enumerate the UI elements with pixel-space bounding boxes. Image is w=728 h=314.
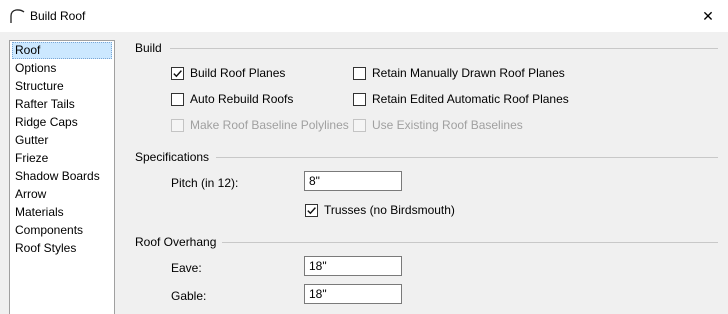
roof-app-icon xyxy=(10,9,25,23)
sidebar-item-ridge-caps[interactable]: Ridge Caps xyxy=(12,114,112,131)
trusses-checkbox[interactable]: Trusses (no Birdsmouth) xyxy=(305,202,455,218)
sidebar-item-components[interactable]: Components xyxy=(12,222,112,239)
retain-edited-automatic-label: Retain Edited Automatic Roof Planes xyxy=(372,92,569,106)
sidebar-item-roof[interactable]: Roof xyxy=(12,42,112,59)
checkmark-icon xyxy=(307,206,316,214)
use-existing-baselines-label: Use Existing Roof Baselines xyxy=(372,118,523,132)
pitch-input[interactable] xyxy=(304,171,402,191)
category-list[interactable]: Roof Options Structure Rafter Tails Ridg… xyxy=(9,40,115,314)
eave-input[interactable] xyxy=(304,256,402,276)
specifications-group-title: Specifications xyxy=(135,150,210,164)
sidebar-item-shadow-boards[interactable]: Shadow Boards xyxy=(12,168,112,185)
checkbox-box[interactable] xyxy=(353,66,366,80)
make-roof-baseline-polylines-label: Make Roof Baseline Polylines xyxy=(190,118,349,132)
close-icon: ✕ xyxy=(702,7,714,24)
auto-rebuild-roofs-label: Auto Rebuild Roofs xyxy=(190,92,294,106)
build-roof-planes-checkbox[interactable]: Build Roof Planes xyxy=(171,65,285,81)
use-existing-baselines-checkbox: Use Existing Roof Baselines xyxy=(353,117,523,133)
auto-rebuild-roofs-checkbox[interactable]: Auto Rebuild Roofs xyxy=(171,91,293,107)
trusses-label: Trusses (no Birdsmouth) xyxy=(324,203,455,217)
checkbox-box[interactable] xyxy=(171,66,184,80)
checkbox-box xyxy=(353,118,366,132)
build-group-divider xyxy=(170,48,718,49)
checkbox-box[interactable] xyxy=(353,92,366,106)
make-roof-baseline-polylines-checkbox: Make Roof Baseline Polylines xyxy=(171,117,349,133)
specifications-group-divider xyxy=(216,157,718,158)
retain-manually-drawn-checkbox[interactable]: Retain Manually Drawn Roof Planes xyxy=(353,65,565,81)
checkbox-box[interactable] xyxy=(171,92,184,106)
sidebar-item-options[interactable]: Options xyxy=(12,60,112,77)
sidebar-item-gutter[interactable]: Gutter xyxy=(12,132,112,149)
retain-manually-drawn-label: Retain Manually Drawn Roof Planes xyxy=(372,66,565,80)
gable-label: Gable: xyxy=(171,289,207,303)
pitch-label: Pitch (in 12): xyxy=(171,176,239,190)
sidebar-item-structure[interactable]: Structure xyxy=(12,78,112,95)
window-title: Build Roof xyxy=(30,9,86,23)
gable-input[interactable] xyxy=(304,284,402,304)
roof-overhang-group-title: Roof Overhang xyxy=(135,235,217,249)
sidebar-item-materials[interactable]: Materials xyxy=(12,204,112,221)
sidebar-item-frieze[interactable]: Frieze xyxy=(12,150,112,167)
sidebar-item-rafter-tails[interactable]: Rafter Tails xyxy=(12,96,112,113)
build-group-title: Build xyxy=(135,41,162,55)
build-roof-planes-label: Build Roof Planes xyxy=(190,66,286,80)
close-button[interactable]: ✕ xyxy=(688,0,728,32)
retain-edited-automatic-checkbox[interactable]: Retain Edited Automatic Roof Planes xyxy=(353,91,569,107)
checkbox-box xyxy=(171,118,184,132)
roof-overhang-group-divider xyxy=(222,242,718,243)
eave-label: Eave: xyxy=(171,261,202,275)
sidebar-item-roof-styles[interactable]: Roof Styles xyxy=(12,240,112,257)
title-bar: Build Roof ✕ xyxy=(0,0,728,32)
checkbox-box[interactable] xyxy=(305,203,318,217)
sidebar-item-arrow[interactable]: Arrow xyxy=(12,186,112,203)
checkmark-icon xyxy=(173,69,182,77)
